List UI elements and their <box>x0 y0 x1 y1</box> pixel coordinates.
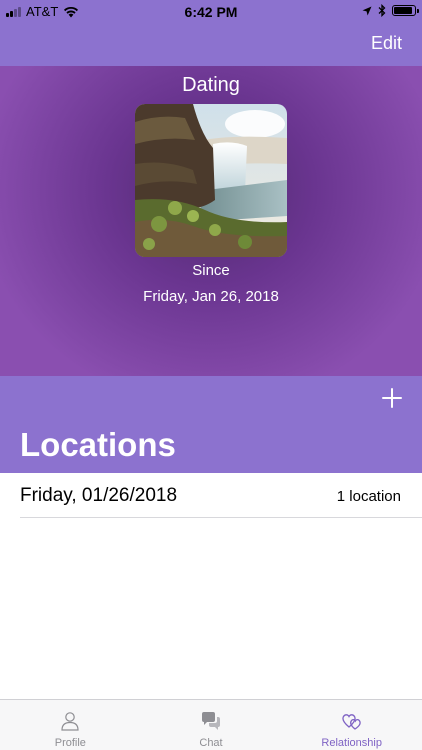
status-time: 6:42 PM <box>184 4 238 20</box>
chat-bubbles-icon <box>202 712 220 730</box>
location-arrow-icon <box>362 6 372 15</box>
battery-fill <box>394 7 412 14</box>
status-right <box>362 4 419 17</box>
add-location-button[interactable] <box>380 386 404 410</box>
location-count: 1 location <box>336 488 401 505</box>
nav-bar: AT&T 6:42 PM Edit <box>0 0 422 66</box>
tab-relationship[interactable]: Relationship <box>281 700 422 750</box>
since-date: Friday, Jan 26, 2018 <box>143 288 279 305</box>
bluetooth-icon <box>378 4 386 17</box>
tab-bar: Profile Chat Relationship <box>0 699 422 750</box>
tab-profile-label: Profile <box>54 737 86 749</box>
waterfall-landscape-image <box>135 104 287 257</box>
tab-relationship-label: Relationship <box>321 737 382 749</box>
location-date: Friday, 01/26/2018 <box>20 485 178 506</box>
locations-header: Locations <box>0 376 422 473</box>
tab-chat[interactable]: Chat <box>141 700 282 750</box>
status-bar: AT&T 6:42 PM <box>0 0 422 22</box>
locations-title: Locations <box>20 426 176 463</box>
relationship-header: Dating Since Friday, Jan 26, 2018 <box>0 66 422 376</box>
location-list-item[interactable]: Friday, 01/26/2018 1 location <box>20 473 422 518</box>
hearts-icon <box>341 714 361 730</box>
relationship-photo[interactable] <box>135 104 287 257</box>
battery-icon <box>392 5 419 16</box>
relationship-status: Dating <box>182 74 240 96</box>
edit-button[interactable]: Edit <box>371 33 402 54</box>
person-icon <box>61 712 79 731</box>
tab-profile[interactable]: Profile <box>0 700 141 750</box>
screen: AT&T 6:42 PM Edit Dating Since Friday, J… <box>0 0 422 750</box>
tab-chat-label: Chat <box>199 737 223 749</box>
since-label: Since <box>192 262 230 279</box>
